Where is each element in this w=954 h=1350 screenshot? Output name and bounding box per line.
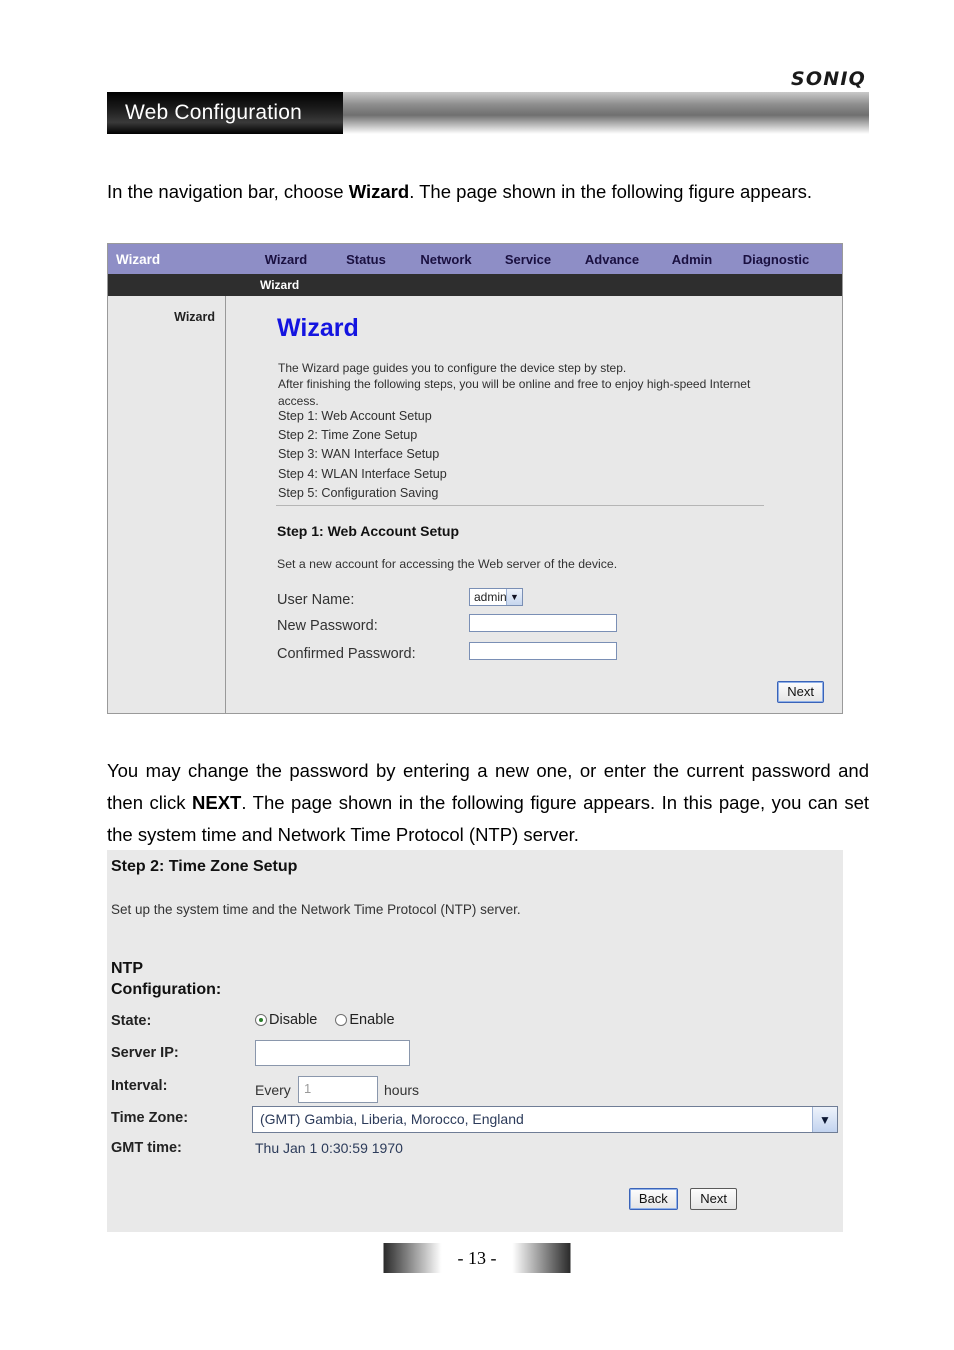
intro-paragraph: In the navigation bar, choose Wizard. Th…: [107, 176, 869, 208]
time-zone-select[interactable]: (GMT) Gambia, Liberia, Morocco, England …: [252, 1106, 838, 1133]
password-text-bold: NEXT: [192, 792, 242, 813]
wizard-description: The Wizard page guides you to configure …: [278, 361, 751, 408]
router-subnav: Wizard: [108, 274, 842, 296]
state-enable-label: Enable: [349, 1012, 395, 1028]
new-password-label: New Password:: [277, 618, 378, 634]
nav-item-service[interactable]: Service: [488, 252, 568, 267]
router-navbar: Wizard Wizard Status Network Service Adv…: [108, 244, 842, 274]
server-ip-input[interactable]: [255, 1040, 410, 1066]
nav-item-network[interactable]: Network: [404, 252, 488, 267]
wizard-heading: Wizard: [277, 314, 359, 342]
state-label: State:: [111, 1013, 152, 1029]
wizard-nav-buttons: Back Next: [621, 1188, 737, 1210]
soniq-logo: SONIQ: [791, 68, 866, 90]
chevron-down-icon[interactable]: ▼: [812, 1107, 837, 1132]
sidebar-item-wizard[interactable]: Wizard: [174, 310, 215, 324]
interval-prefix-label: Every: [255, 1082, 291, 1098]
password-paragraph: You may change the password by entering …: [107, 755, 869, 851]
time-zone-label: Time Zone:: [111, 1110, 189, 1126]
step2-title: Step 2: Time Zone Setup: [111, 858, 298, 875]
confirmed-password-label: Confirmed Password:: [277, 646, 416, 662]
user-name-selected-value: admin: [474, 590, 507, 604]
state-disable-label: Disable: [269, 1012, 318, 1028]
new-password-input[interactable]: [469, 614, 617, 632]
state-radio-disable[interactable]: Disable: [255, 1012, 317, 1028]
state-radio-group: Disable Enable: [255, 1012, 409, 1028]
user-name-label: User Name:: [277, 592, 355, 608]
banner-dark-block: Web Configuration: [107, 92, 343, 134]
footer-bar-right: [512, 1243, 571, 1273]
router-content-panel: Wizard The Wizard page guides you to con…: [227, 296, 842, 713]
radio-unselected-icon[interactable]: [335, 1014, 348, 1026]
footer-center-group: - 13 -: [383, 1243, 571, 1273]
back-button[interactable]: Back: [628, 1188, 678, 1210]
time-zone-selected-value: (GMT) Gambia, Liberia, Morocco, England: [260, 1111, 524, 1127]
nav-item-status[interactable]: Status: [328, 252, 404, 267]
wizard-step-list: Step 1: Web Account Setup Step 2: Time Z…: [278, 409, 447, 500]
wizard-screenshot-figure: Wizard Wizard Status Network Service Adv…: [107, 243, 843, 714]
content-divider: [276, 505, 764, 506]
router-page-body: Wizard Wizard The Wizard page guides you…: [108, 296, 842, 713]
intro-text-after: . The page shown in the following figure…: [409, 181, 812, 202]
nav-item-diagnostic[interactable]: Diagnostic: [728, 252, 824, 267]
gmt-time-value: Thu Jan 1 0:30:59 1970: [255, 1140, 403, 1156]
step2-description: Set up the system time and the Network T…: [111, 902, 521, 917]
timezone-screenshot-figure: Step 2: Time Zone Setup Set up the syste…: [107, 850, 843, 1232]
step1-title: Step 1: Web Account Setup: [277, 523, 460, 539]
section-banner: Web Configuration: [107, 92, 869, 134]
interval-suffix-label: hours: [384, 1082, 420, 1098]
interval-input[interactable]: 1: [298, 1076, 378, 1103]
server-ip-label: Server IP:: [111, 1045, 179, 1061]
next-button[interactable]: Next: [690, 1188, 737, 1210]
banner-gradient: [343, 92, 869, 134]
confirmed-password-input[interactable]: [469, 642, 617, 660]
subnav-item-wizard[interactable]: Wizard: [260, 278, 299, 292]
page-footer: - 13 -: [0, 1243, 954, 1283]
radio-selected-icon[interactable]: [255, 1014, 267, 1026]
chevron-down-icon[interactable]: ▼: [506, 589, 522, 605]
intro-text-bold: Wizard: [348, 181, 410, 202]
interval-label: Interval:: [111, 1078, 168, 1094]
nav-item-wizard[interactable]: Wizard: [244, 252, 328, 267]
next-button[interactable]: Next: [777, 681, 824, 703]
interval-input-value: 1: [304, 1081, 312, 1096]
intro-text-before: In the navigation bar, choose: [107, 181, 349, 202]
nav-item-admin[interactable]: Admin: [656, 252, 728, 267]
footer-bar-left: [383, 1243, 442, 1273]
user-name-select[interactable]: admin ▼: [469, 588, 523, 606]
ntp-configuration-heading: NTP Configuration:: [111, 960, 222, 998]
state-radio-enable[interactable]: Enable: [335, 1012, 395, 1028]
gmt-time-label: GMT time:: [111, 1140, 182, 1156]
step1-description: Set a new account for accessing the Web …: [277, 557, 618, 571]
document-header: SONIQ Web Configuration: [0, 0, 954, 150]
navbar-brand: Wizard: [116, 251, 161, 267]
page-number: - 13 -: [457, 1247, 497, 1268]
router-sidebar: Wizard: [108, 296, 226, 713]
nav-item-advance[interactable]: Advance: [568, 252, 656, 267]
banner-title: Web Configuration: [125, 101, 302, 124]
